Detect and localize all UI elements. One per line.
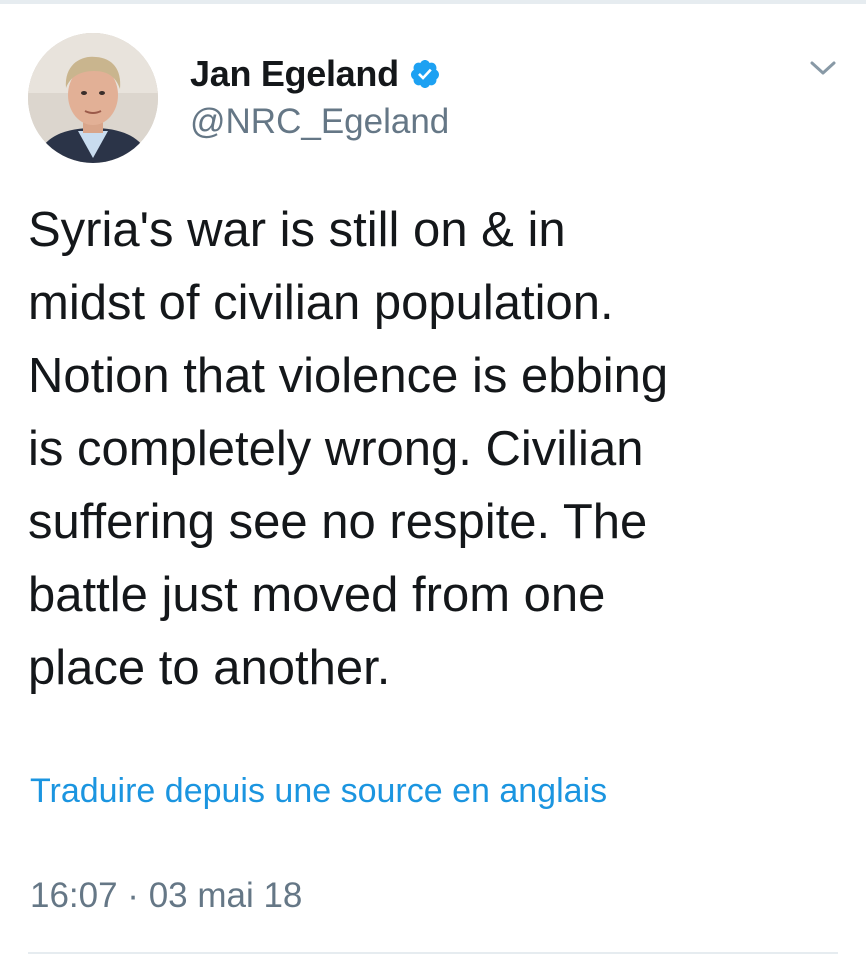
author-name-row: Jan Egeland bbox=[190, 52, 449, 96]
author-display-name[interactable]: Jan Egeland bbox=[190, 53, 399, 95]
translate-link[interactable]: Traduire depuis une source en anglais bbox=[30, 772, 607, 811]
tweet-card: Jan Egeland @NRC_Egeland Syria's war is … bbox=[0, 0, 866, 960]
author-avatar[interactable] bbox=[28, 33, 158, 163]
verified-badge-icon bbox=[409, 58, 441, 90]
avatar-photo bbox=[28, 33, 158, 163]
chevron-down-icon[interactable] bbox=[808, 56, 838, 80]
author-info: Jan Egeland @NRC_Egeland bbox=[190, 52, 449, 142]
divider bbox=[28, 952, 838, 954]
author-handle[interactable]: @NRC_Egeland bbox=[190, 102, 449, 142]
tweet-timestamp[interactable]: 16:07 · 03 mai 18 bbox=[30, 876, 302, 916]
tweet-text: Syria's war is still on & in midst of ci… bbox=[28, 203, 669, 695]
